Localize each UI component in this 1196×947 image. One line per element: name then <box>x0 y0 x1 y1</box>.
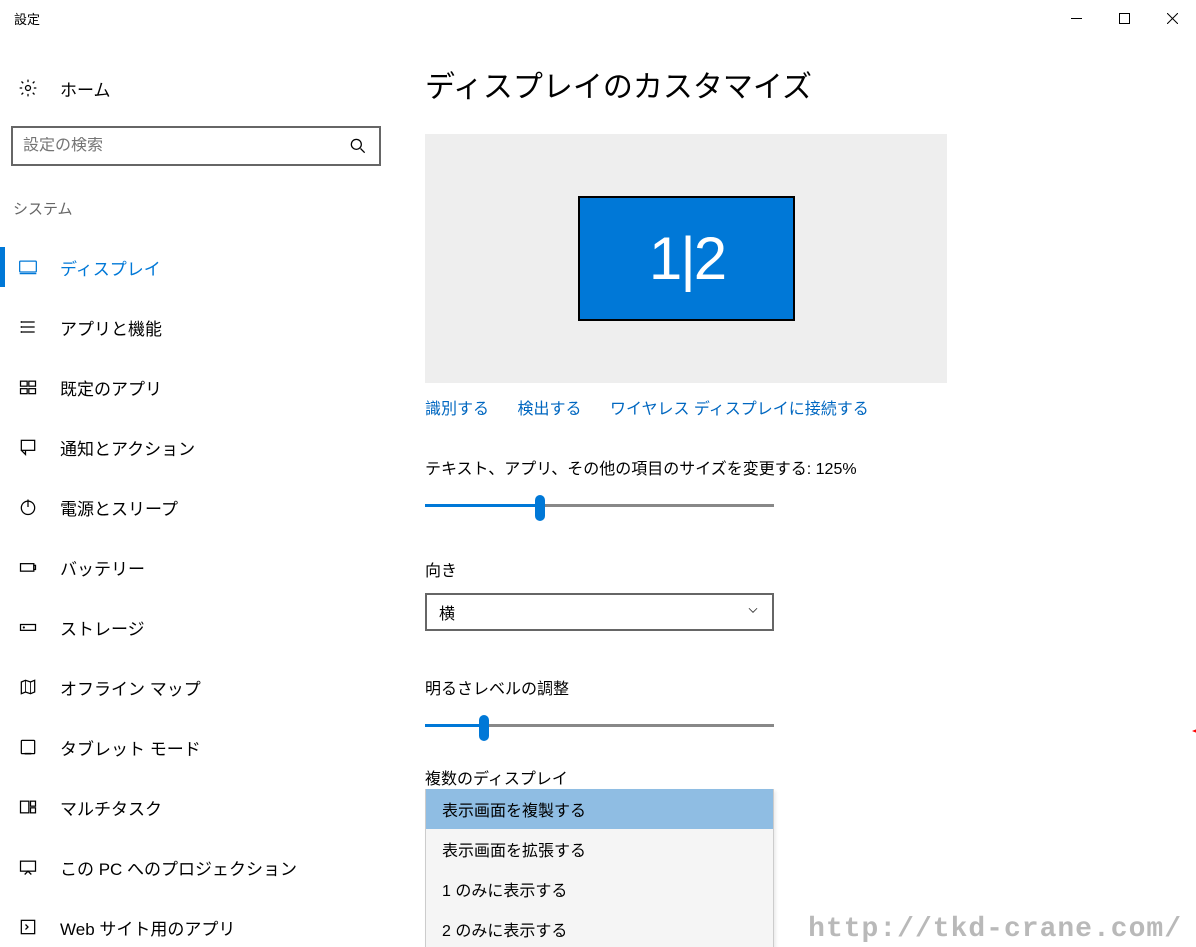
dropdown-option[interactable]: 表示画面を複製する <box>426 789 773 829</box>
sidebar-item-label: この PC へのプロジェクション <box>60 855 297 880</box>
storage-icon <box>17 616 39 638</box>
identify-link[interactable]: 識別する <box>425 401 489 418</box>
sidebar-item-apps[interactable]: アプリと機能 <box>0 297 395 357</box>
orientation-select[interactable]: 横 <box>425 593 774 631</box>
web-apps-icon <box>17 916 39 938</box>
multitask-icon <box>17 796 39 818</box>
close-button[interactable] <box>1148 0 1196 36</box>
display-arrangement[interactable]: 1|2 <box>425 134 947 383</box>
sidebar-item-power[interactable]: 電源とスリープ <box>0 477 395 537</box>
projection-icon <box>17 856 39 878</box>
sidebar-item-label: Web サイト用のアプリ <box>60 915 235 940</box>
multi-display-label: 複数のディスプレイ <box>425 765 1196 789</box>
detect-link[interactable]: 検出する <box>517 401 581 418</box>
multi-display-dropdown[interactable]: 表示画面を複製する 表示画面を拡張する 1 のみに表示する 2 のみに表示する <box>425 789 774 947</box>
orientation-value: 横 <box>439 600 455 624</box>
sidebar-item-maps[interactable]: オフライン マップ <box>0 657 395 717</box>
window-title: 設定 <box>14 9 40 28</box>
sidebar-item-storage[interactable]: ストレージ <box>0 597 395 657</box>
sidebar-item-projection[interactable]: この PC へのプロジェクション <box>0 837 395 897</box>
sidebar-item-tablet[interactable]: タブレット モード <box>0 717 395 777</box>
sidebar-item-label: ディスプレイ <box>60 255 161 280</box>
sidebar-item-label: ストレージ <box>60 615 145 640</box>
nav-list: ディスプレイ アプリと機能 既定のアプリ 通知とアクション 電源とスリープ バッ… <box>0 219 395 947</box>
sidebar: ホーム システム ディスプレイ アプリと機能 既定のアプリ <box>0 36 395 947</box>
sidebar-item-label: 電源とスリープ <box>60 495 178 520</box>
sidebar-item-label: タブレット モード <box>60 735 201 760</box>
sidebar-item-label: マルチタスク <box>60 795 162 820</box>
display-actions: 識別する 検出する ワイヤレス ディスプレイに接続する <box>425 383 1196 419</box>
monitor-tile[interactable]: 1|2 <box>578 196 795 321</box>
slider-thumb[interactable] <box>535 495 545 521</box>
defaults-icon <box>17 376 39 398</box>
content-pane: ディスプレイのカスタマイズ 1|2 識別する 検出する ワイヤレス ディスプレイ… <box>395 36 1196 947</box>
annotation-arrow <box>1192 716 1196 746</box>
gear-icon <box>17 77 39 99</box>
search-icon <box>347 135 369 157</box>
chevron-down-icon <box>746 603 760 622</box>
home-label: ホーム <box>60 76 111 101</box>
sidebar-item-label: アプリと機能 <box>60 315 162 340</box>
sidebar-item-label: 通知とアクション <box>60 435 195 460</box>
dropdown-option[interactable]: 表示画面を拡張する <box>426 829 773 869</box>
dropdown-option[interactable]: 1 のみに表示する <box>426 869 773 909</box>
scale-slider[interactable] <box>425 493 774 521</box>
sidebar-item-multitask[interactable]: マルチタスク <box>0 777 395 837</box>
search-input[interactable] <box>23 137 347 155</box>
power-icon <box>17 496 39 518</box>
maximize-button[interactable] <box>1100 0 1148 36</box>
monitor-left-id: 1 <box>649 224 678 293</box>
slider-thumb[interactable] <box>479 715 489 741</box>
sidebar-item-notifications[interactable]: 通知とアクション <box>0 417 395 477</box>
sidebar-item-label: オフライン マップ <box>60 675 201 700</box>
minimize-button[interactable] <box>1052 0 1100 36</box>
apps-icon <box>17 316 39 338</box>
page-title: ディスプレイのカスタマイズ <box>425 62 1196 106</box>
window-controls <box>1052 0 1196 36</box>
battery-icon <box>17 556 39 578</box>
notifications-icon <box>17 436 39 458</box>
sidebar-item-web-apps[interactable]: Web サイト用のアプリ <box>0 897 395 947</box>
dropdown-option[interactable]: 2 のみに表示する <box>426 909 773 947</box>
tablet-icon <box>17 736 39 758</box>
monitor-right-id: 2 <box>694 224 723 293</box>
sidebar-item-label: バッテリー <box>60 555 145 580</box>
scale-label: テキスト、アプリ、その他の項目のサイズを変更する: 125% <box>425 455 1196 479</box>
brightness-slider[interactable] <box>425 713 774 741</box>
sidebar-item-defaults[interactable]: 既定のアプリ <box>0 357 395 417</box>
search-box[interactable] <box>11 126 381 166</box>
section-label: システム <box>0 166 395 219</box>
wireless-link[interactable]: ワイヤレス ディスプレイに接続する <box>610 401 869 418</box>
home-button[interactable]: ホーム <box>0 66 395 110</box>
watermark: http://tkd-crane.com/ <box>808 914 1182 945</box>
orientation-label: 向き <box>425 557 1196 581</box>
sidebar-item-display[interactable]: ディスプレイ <box>0 237 395 297</box>
monitor-divider: | <box>680 224 692 293</box>
sidebar-item-battery[interactable]: バッテリー <box>0 537 395 597</box>
sidebar-item-label: 既定のアプリ <box>60 375 162 400</box>
map-icon <box>17 676 39 698</box>
brightness-label: 明るさレベルの調整 <box>425 675 1196 699</box>
titlebar: 設定 <box>0 0 1196 36</box>
display-icon <box>17 256 39 278</box>
